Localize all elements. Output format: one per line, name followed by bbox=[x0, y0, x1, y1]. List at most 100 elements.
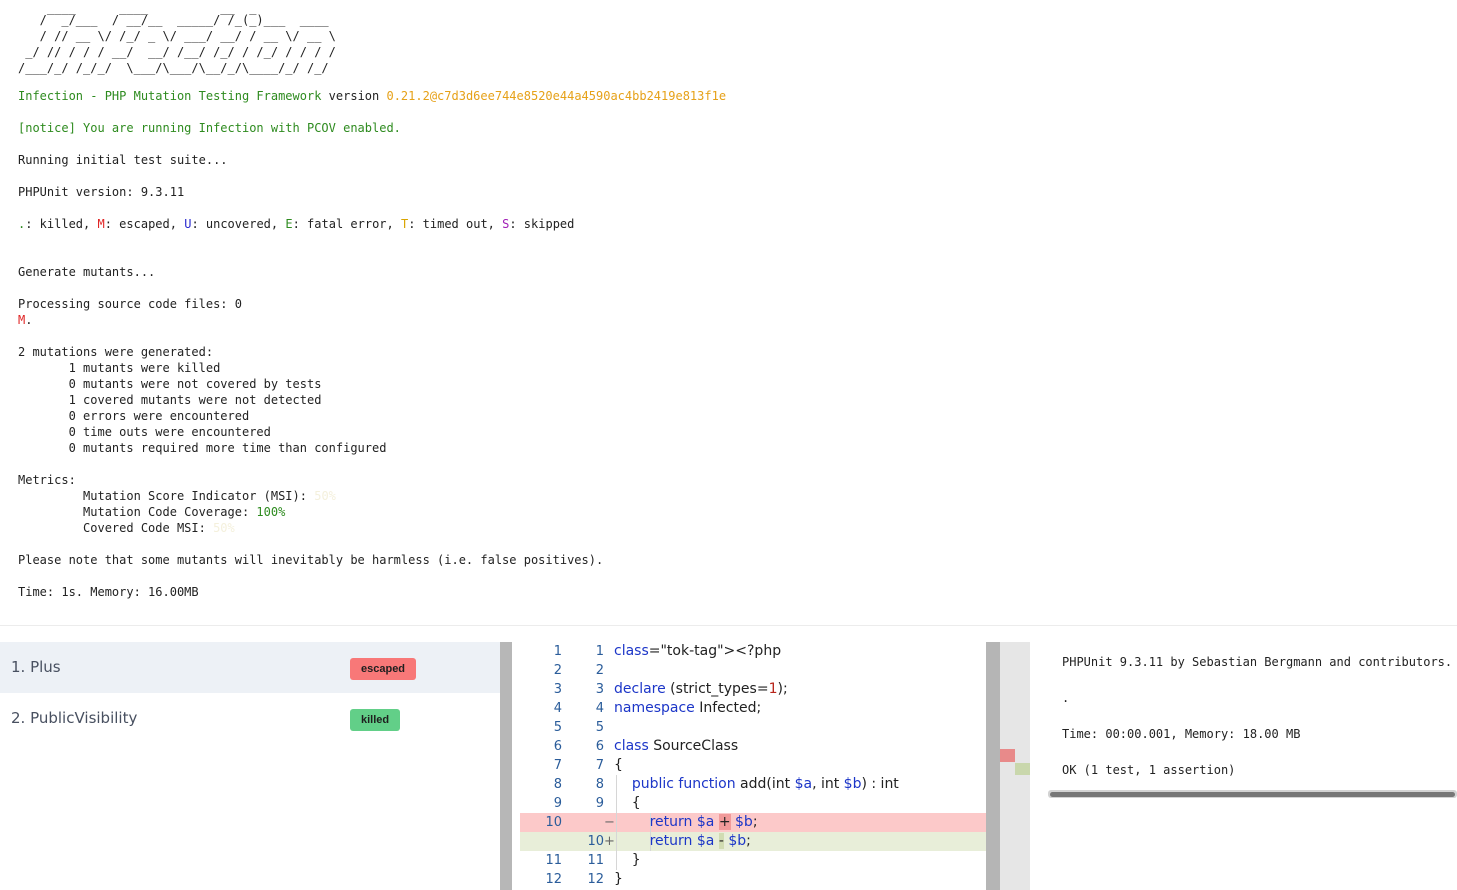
coverage-label: Mutation Code Coverage: bbox=[18, 505, 257, 519]
stat-line: 0 mutants were not covered by tests bbox=[18, 377, 322, 391]
diff-line: 3 3 declare (strict_types=1); bbox=[520, 680, 986, 699]
test-output-line: OK (1 test, 1 assertion) bbox=[1062, 763, 1236, 777]
time-memory-line: Time: 1s. Memory: 16.00MB bbox=[18, 585, 199, 599]
new-line-number: 7 bbox=[595, 758, 604, 773]
stat-line: 1 covered mutants were not detected bbox=[18, 393, 322, 407]
timeout-text: : timed out, bbox=[408, 217, 503, 231]
new-line-number: 9 bbox=[595, 796, 604, 811]
escaped-symbol: M bbox=[97, 217, 105, 231]
test-output-panel: PHPUnit 9.3.11 by Sebastian Bergmann and… bbox=[1048, 642, 1457, 890]
test-output-line: Time: 00:00.001, Memory: 18.00 MB bbox=[1062, 727, 1301, 741]
covered-msi-line: Covered Code MSI: 50% bbox=[18, 520, 235, 536]
code-text: return $a + $b; bbox=[649, 814, 758, 830]
new-line-number: 10 bbox=[587, 834, 604, 849]
logo-line: /___/_/ /_/_/ \___/\___/\__/_/\____/_/ /… bbox=[18, 61, 329, 75]
stat-line: 0 errors were encountered bbox=[18, 409, 250, 423]
new-line-number: 11 bbox=[587, 853, 604, 868]
mutant-list: 1. Plus escaped 2. PublicVisibility kill… bbox=[0, 642, 500, 890]
notice-line: [notice] You are running Infection with … bbox=[18, 121, 401, 135]
coverage-line: Mutation Code Coverage: 100% bbox=[18, 504, 285, 520]
diff-line: 7 7 { bbox=[520, 756, 986, 775]
coverage-value: 100% bbox=[256, 505, 286, 519]
diff-line: 12 12} bbox=[520, 870, 986, 889]
new-line-number: 3 bbox=[595, 682, 604, 697]
new-line-number: 5 bbox=[595, 720, 604, 735]
old-line-number: 11 bbox=[545, 853, 562, 868]
diff-line-removed: 10− return $a + $b; bbox=[520, 813, 986, 832]
diff-line: 6 6 class SourceClass bbox=[520, 737, 986, 756]
old-line-number: 4 bbox=[553, 701, 562, 716]
diff-scrollbar[interactable] bbox=[986, 642, 1000, 890]
mutant-row-public-visibility[interactable]: 2. PublicVisibility killed bbox=[0, 693, 500, 744]
stat-line: 1 mutants were killed bbox=[18, 361, 221, 375]
old-line-number: 6 bbox=[553, 739, 562, 754]
old-line-number: 9 bbox=[553, 796, 562, 811]
test-output-line: PHPUnit 9.3.11 by Sebastian Bergmann and… bbox=[1062, 655, 1453, 669]
escaped-text: : escaped, bbox=[104, 217, 185, 231]
msi-label: Mutation Score Indicator (MSI): bbox=[18, 489, 315, 503]
legend-line: .: killed, M: escaped, U: uncovered, E: … bbox=[18, 216, 574, 232]
section-divider bbox=[0, 625, 1457, 626]
diff-line: 22 bbox=[520, 661, 986, 680]
killed-text: : killed, bbox=[25, 217, 98, 231]
code-text: { bbox=[614, 757, 623, 773]
error-text: : fatal error, bbox=[292, 217, 401, 231]
diff-line: 8 8 public function add(int $a, int $b) :… bbox=[520, 775, 986, 794]
code-text: } bbox=[614, 871, 623, 887]
diff-left-gutter bbox=[500, 642, 512, 890]
stat-line: 0 time outs were encountered bbox=[18, 425, 271, 439]
uncovered-text: : uncovered, bbox=[191, 217, 286, 231]
old-line-number: 3 bbox=[553, 682, 562, 697]
code-text: return $a - $b; bbox=[649, 833, 751, 849]
progress-line: M. bbox=[18, 312, 32, 328]
diff-line: 1 1 class="tok-tag"><?php bbox=[520, 642, 986, 661]
old-line-number: 12 bbox=[545, 872, 562, 887]
version-label: version bbox=[328, 89, 380, 103]
generated-summary-line: 2 mutations were generated: bbox=[18, 345, 214, 359]
progress-dot: . bbox=[25, 313, 33, 327]
error-symbol: E bbox=[285, 217, 293, 231]
new-line-number: 2 bbox=[595, 663, 604, 678]
processing-files-line: Processing source code files: 0 bbox=[18, 297, 242, 311]
skipped-text: : skipped bbox=[509, 217, 575, 231]
diff-line-added: 10 + return $a - $b; bbox=[520, 832, 986, 851]
new-line-number: 4 bbox=[595, 701, 604, 716]
test-output-line: . bbox=[1062, 691, 1070, 705]
old-line-number: 5 bbox=[553, 720, 562, 735]
ruler-removed-marker bbox=[1000, 749, 1015, 762]
msi-line: Mutation Score Indicator (MSI): 50% bbox=[18, 488, 336, 504]
framework-version-line: Infection - PHP Mutation Testing Framewo… bbox=[18, 88, 726, 104]
code-text: } bbox=[614, 852, 641, 868]
covered-msi-value: 50% bbox=[213, 521, 235, 535]
metrics-label: Metrics: bbox=[18, 473, 76, 487]
diff-line: 55 bbox=[520, 718, 986, 737]
new-line-number: 1 bbox=[595, 644, 604, 659]
old-line-number: 10 bbox=[545, 815, 562, 830]
code-text: class SourceClass bbox=[614, 738, 739, 754]
old-line-number: 7 bbox=[553, 758, 562, 773]
logo-line: / // __ \/ /_/ _ \/ ___/ __/ / __ \/ __ … bbox=[18, 29, 336, 43]
old-line-number: 2 bbox=[553, 663, 562, 678]
new-line-number: 12 bbox=[587, 872, 604, 887]
generate-mutants-line: Generate mutants... bbox=[18, 265, 156, 279]
logo-line: / _/___ / __/__ _____/ /_(_)___ ____ bbox=[18, 13, 329, 27]
diff-line: 9 9 { bbox=[520, 794, 986, 813]
status-badge-escaped: escaped bbox=[350, 658, 417, 680]
mutant-name: 1. Plus bbox=[11, 658, 61, 676]
code-text: class="tok-tag"><?php bbox=[614, 643, 782, 659]
diff-line: 11 11 } bbox=[520, 851, 986, 870]
test-output-scroll-thumb[interactable] bbox=[1050, 792, 1455, 797]
mutant-name: 2. PublicVisibility bbox=[11, 709, 138, 727]
mutant-row-plus[interactable]: 1. Plus escaped bbox=[0, 642, 500, 693]
stat-line: 0 mutants required more time than config… bbox=[18, 441, 387, 455]
old-line-number: 1 bbox=[553, 644, 562, 659]
phpunit-version-line: PHPUnit version: 9.3.11 bbox=[18, 185, 185, 199]
covered-msi-label: Covered Code MSI: bbox=[18, 521, 214, 535]
msi-value: 50% bbox=[314, 489, 336, 503]
code-text: namespace Infected; bbox=[614, 700, 762, 716]
terminal-output: ____ ____ __ _ / _/___ / __/__ _____/ /_… bbox=[18, 0, 1438, 620]
diff-overview-ruler bbox=[1000, 642, 1030, 890]
logo-line: _/ // / / / __/ __/ /__/ /_/ / /_/ / / /… bbox=[18, 45, 336, 59]
ruler-added-marker bbox=[1015, 763, 1030, 775]
old-line-number: 8 bbox=[553, 777, 562, 792]
